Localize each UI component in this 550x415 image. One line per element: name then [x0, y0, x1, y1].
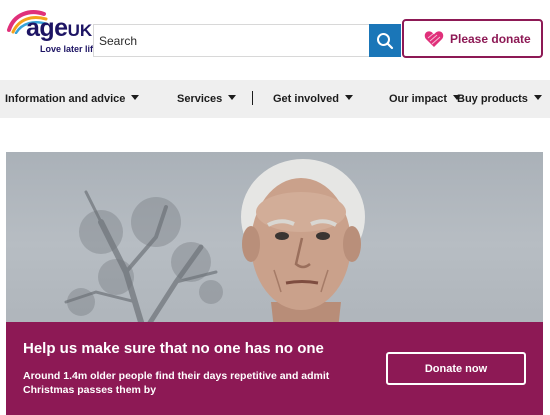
nav-item-information-and-advice[interactable]: Information and advice [5, 93, 140, 105]
nav-item-our-impact[interactable]: Our impact [389, 93, 462, 105]
main-nav: Information and advice Services Get invo… [0, 80, 550, 118]
nav-item-services[interactable]: Services [177, 93, 237, 105]
promo-title: Help us make sure that no one has no one [23, 340, 324, 357]
caret-down-icon [533, 95, 542, 100]
logo-wordmark: ageUK [26, 14, 92, 45]
search-box [93, 24, 369, 57]
logo-word-age: age [26, 14, 68, 42]
nav-item-buy-products[interactable]: Buy products [457, 93, 542, 105]
nav-item-label: Services [177, 93, 223, 105]
caret-down-icon [131, 95, 140, 100]
age-uk-logo[interactable]: ageUK Love later life [6, 8, 98, 58]
heart-icon [424, 31, 444, 47]
caret-down-icon [228, 95, 237, 100]
nav-item-label: Get involved [273, 93, 340, 105]
logo-word-uk: UK [67, 21, 93, 40]
promo-banner: Help us make sure that no one has no one… [6, 322, 543, 415]
donate-now-button[interactable]: Donate now [386, 352, 526, 385]
caret-down-icon [345, 95, 354, 100]
search-icon [377, 33, 394, 50]
please-donate-label: Please donate [450, 32, 531, 46]
search-button[interactable] [369, 24, 401, 57]
search-input[interactable] [94, 25, 368, 56]
promo-text: Around 1.4m older people find their days… [23, 370, 330, 396]
nav-item-label: Buy products [457, 93, 528, 105]
please-donate-button[interactable]: Please donate [402, 19, 543, 58]
logo-tagline: Love later life [40, 44, 99, 54]
nav-item-label: Our impact [389, 93, 448, 105]
site-header: ageUK Love later life Please donate [0, 0, 550, 80]
nav-item-label: Information and advice [5, 93, 126, 105]
nav-item-get-involved[interactable]: Get involved [273, 93, 354, 105]
nav-divider [252, 91, 253, 105]
donate-now-label: Donate now [424, 363, 488, 375]
